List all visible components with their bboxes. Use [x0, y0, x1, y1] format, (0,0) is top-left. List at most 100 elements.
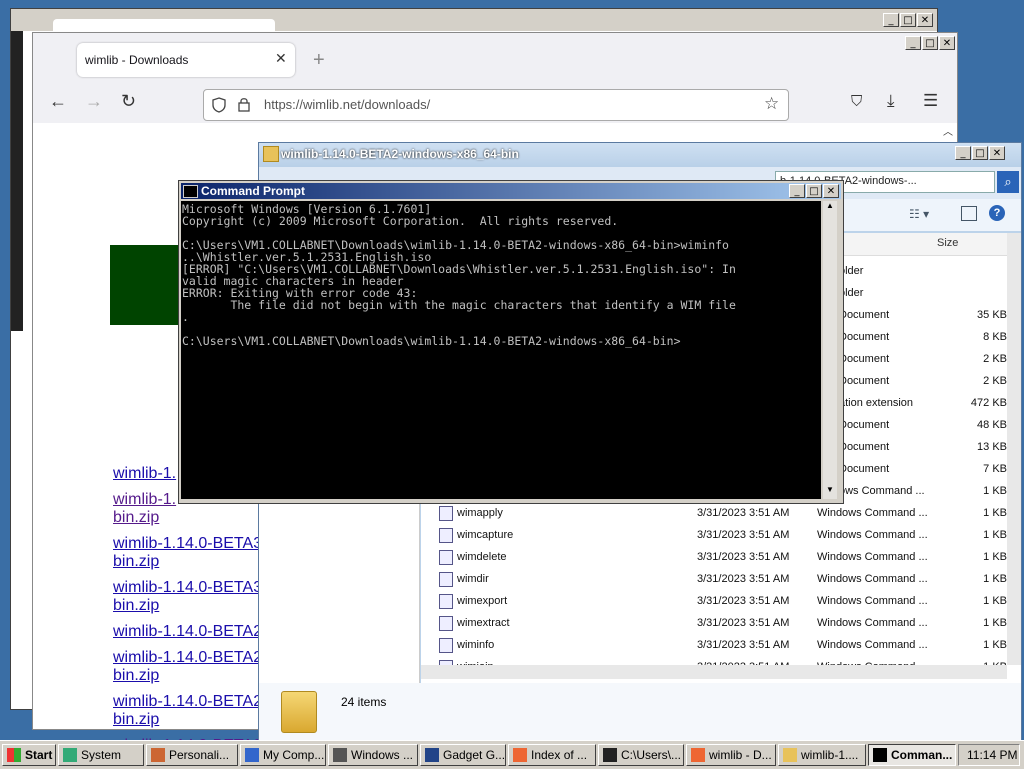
table-row[interactable]: wimdir 3/31/2023 3:51 AM Windows Command .… [421, 569, 1007, 591]
close-button[interactable]: ✕ [939, 36, 955, 50]
file-type: Windows Command ... [817, 595, 928, 607]
download-link-cont[interactable]: bin.zip [113, 553, 159, 571]
taskbar-button[interactable]: Windows ... [328, 744, 418, 766]
close-button[interactable]: ✕ [823, 184, 839, 198]
browser-tab[interactable]: wimlib - Downloads ✕ [77, 43, 295, 77]
file-size: 13 KB [977, 441, 1007, 453]
search-icon[interactable]: ⌕ [997, 171, 1019, 193]
download-link-cont[interactable]: bin.zip [113, 667, 159, 685]
maximize-button[interactable]: □ [972, 146, 988, 160]
table-row[interactable]: wimexport 3/31/2023 3:51 AM Windows Comman… [421, 591, 1007, 613]
folder-icon [263, 146, 279, 162]
table-row[interactable]: wimapply 3/31/2023 3:51 AM Windows Command… [421, 503, 1007, 525]
file-type: Windows Command ... [817, 551, 928, 563]
file-date: 3/31/2023 3:51 AM [697, 507, 790, 519]
app-icon [513, 748, 527, 762]
file-size: 7 KB [983, 463, 1007, 475]
minimize-button[interactable]: _ [955, 146, 971, 160]
file-name: wimdir [457, 573, 489, 585]
column-size[interactable]: Size [937, 237, 958, 249]
file-size: 35 KB [977, 309, 1007, 321]
download-link[interactable]: wimlib-1.14.0-BETA2 [113, 649, 262, 667]
download-link[interactable]: wimlib-1. [113, 465, 176, 483]
maximize-button[interactable]: □ [900, 13, 916, 27]
file-date: 3/31/2023 3:51 AM [697, 529, 790, 541]
item-count: 24 items [341, 695, 387, 709]
scroll-up-icon[interactable]: ︿ [941, 123, 955, 138]
cmd-titlebar[interactable]: Command Prompt [181, 183, 841, 199]
console-output[interactable]: Microsoft Windows [Version 6.1.7601] Copy… [181, 201, 821, 499]
start-button[interactable]: Start [2, 744, 56, 766]
console-line: Copyright (c) 2009 Microsoft Corporation… [182, 214, 619, 228]
script-file-icon [439, 594, 453, 609]
file-type: Document [839, 309, 890, 321]
minimize-button[interactable]: _ [905, 36, 921, 50]
file-type: ows Command ... [839, 485, 925, 497]
help-icon[interactable]: ? [989, 205, 1005, 221]
taskbar-button[interactable]: System [58, 744, 144, 766]
file-type: Document [839, 353, 890, 365]
maximize-button[interactable]: □ [806, 184, 822, 198]
vertical-scrollbar[interactable] [1007, 233, 1021, 665]
view-options-icon[interactable]: ☷ ▾ [909, 207, 929, 221]
reload-icon[interactable]: ↻ [121, 91, 136, 112]
download-link[interactable]: wimlib-1. [113, 491, 176, 509]
file-type: Windows Command ... [817, 573, 928, 585]
minimize-button[interactable]: _ [883, 13, 899, 27]
taskbar-button[interactable]: C:\Users\... [598, 744, 684, 766]
file-size: 1 KB [983, 507, 1007, 519]
tab-close-icon[interactable]: ✕ [275, 50, 287, 67]
file-size: 1 KB [983, 485, 1007, 497]
command-prompt-window: Command Prompt _ □ ✕ Microsoft Windows [… [178, 180, 844, 504]
download-link[interactable]: wimlib-1.14.0-BETA3 [113, 535, 262, 553]
console-line: C:\Users\VM1.COLLABNET\Downloads\wimlib-… [182, 334, 681, 348]
url-bar[interactable]: https://wimlib.net/downloads/ ☆ [203, 89, 789, 121]
download-link[interactable]: wimlib-1.14.0-BETA2 [113, 693, 262, 711]
table-row[interactable]: wimextract 3/31/2023 3:51 AM Windows Comma… [421, 613, 1007, 635]
app-icon [63, 748, 77, 762]
file-type: Document [839, 375, 890, 387]
script-file-icon [439, 550, 453, 565]
table-row[interactable]: wimcapture 3/31/2023 3:51 AM Windows Comma… [421, 525, 1007, 547]
minimize-button[interactable]: _ [789, 184, 805, 198]
file-name: wiminfo [457, 639, 495, 651]
cmd-scrollbar[interactable]: ▲ ▼ [823, 201, 837, 499]
system-tray: 11:14 PM [958, 744, 1020, 766]
download-link[interactable]: wimlib-1.14.0-BETA3 [113, 579, 262, 597]
horizontal-scrollbar[interactable] [421, 665, 1007, 679]
taskbar-button[interactable]: wimlib-1.... [778, 744, 866, 766]
file-size: 1 KB [983, 617, 1007, 629]
taskbar-button[interactable]: Comman... [868, 744, 956, 766]
url-text: https://wimlib.net/downloads/ [264, 97, 431, 112]
new-tab-button[interactable]: + [313, 49, 325, 72]
taskbar-button[interactable]: Gadget G... [420, 744, 506, 766]
menu-icon[interactable]: ☰ [923, 91, 938, 111]
taskbar-button[interactable]: My Comp... [240, 744, 326, 766]
download-link-cont[interactable]: bin.zip [113, 711, 159, 729]
file-size: 8 KB [983, 331, 1007, 343]
taskbar-button[interactable]: wimlib - D... [686, 744, 776, 766]
taskbar-button[interactable]: Personali... [146, 744, 238, 766]
preview-pane-icon[interactable] [961, 206, 977, 221]
back-icon[interactable]: ← [49, 91, 67, 112]
table-row[interactable]: wimdelete 3/31/2023 3:51 AM Windows Comman… [421, 547, 1007, 569]
pocket-icon[interactable]: ⛉ [851, 93, 862, 110]
downloads-icon[interactable]: ⤓ [887, 91, 895, 111]
file-size: 2 KB [983, 353, 1007, 365]
table-row[interactable]: wiminfo 3/31/2023 3:51 AM Windows Command … [421, 635, 1007, 657]
download-link-cont[interactable]: bin.zip [113, 509, 159, 527]
maximize-button[interactable]: □ [922, 36, 938, 50]
close-button[interactable]: ✕ [989, 146, 1005, 160]
close-button[interactable]: ✕ [917, 13, 933, 27]
file-type: Windows Command ... [817, 507, 928, 519]
bookmark-star-icon[interactable]: ☆ [764, 94, 779, 114]
script-file-icon [439, 528, 453, 543]
taskbar-button[interactable]: Index of ... [508, 744, 596, 766]
download-link[interactable]: wimlib-1.14.0-BETA2 [113, 623, 262, 641]
details-pane: 24 items [259, 683, 1021, 743]
cmd-icon [183, 185, 198, 198]
cmd-title: Command Prompt [201, 184, 306, 198]
app-icon [873, 748, 887, 762]
forward-icon[interactable]: → [85, 91, 103, 112]
download-link-cont[interactable]: bin.zip [113, 597, 159, 615]
